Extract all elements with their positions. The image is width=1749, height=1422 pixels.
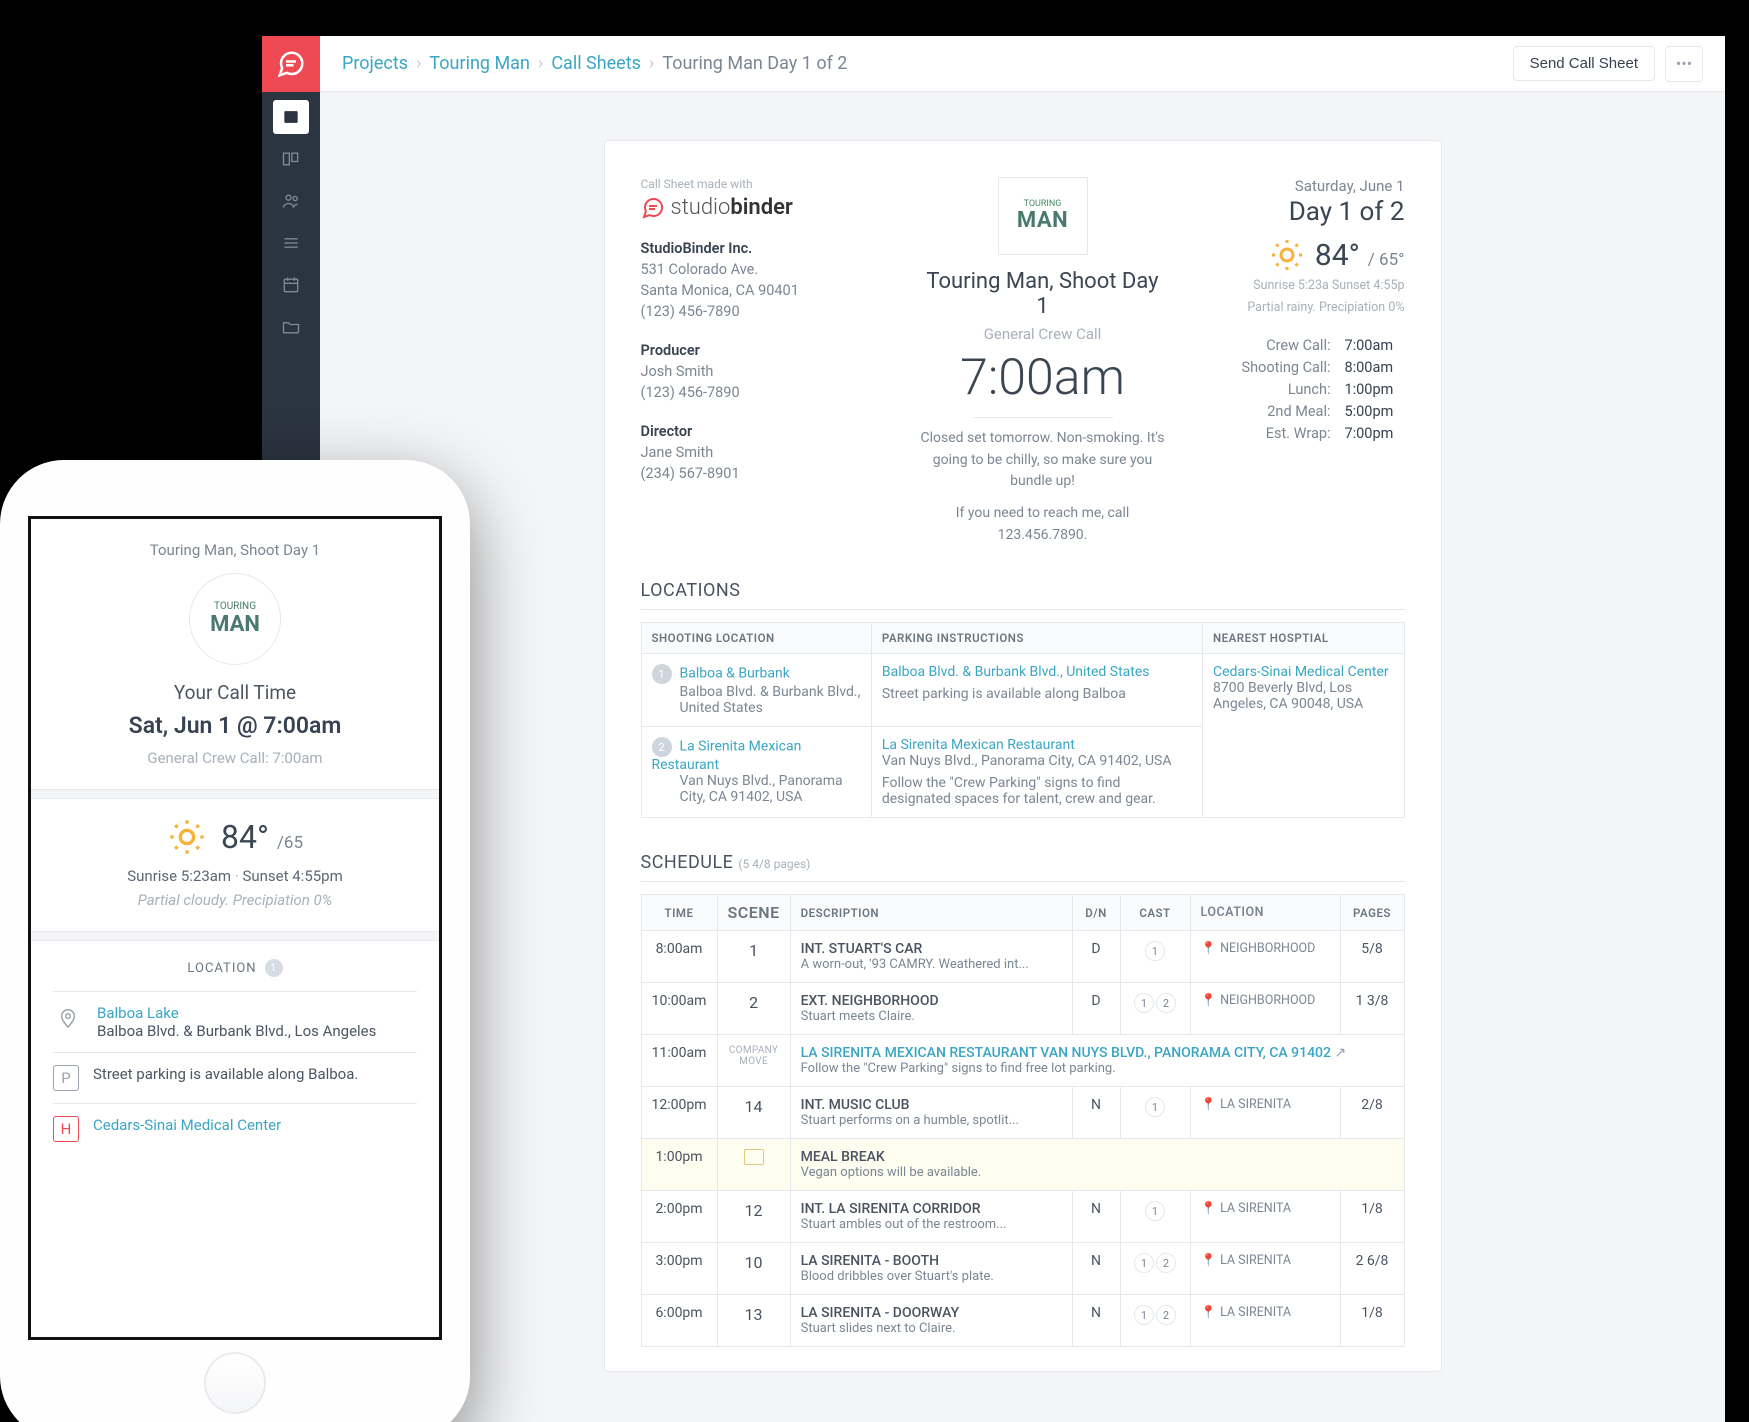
schedule-title: SCHEDULE (5 4/8 pages)	[641, 852, 1405, 882]
day-of-label: Day 1 of 2	[1185, 197, 1405, 227]
weather-note: Partial rainy. Precipiation 0%	[1185, 299, 1405, 317]
location-row: 2La Sirenita Mexican RestaurantVan Nuys …	[641, 727, 871, 818]
schedule-row[interactable]: 6:00pm 13 LA SIRENITA - DOORWAYStuart sl…	[641, 1295, 1404, 1347]
schedule-table: TIME SCENE DESCRIPTION D/N CAST LOCATION…	[641, 894, 1405, 1347]
phone-poster: TOURING MAN	[189, 573, 281, 665]
schedule-row[interactable]: 12:00pm 14 INT. MUSIC CLUBStuart perform…	[641, 1087, 1404, 1139]
made-with-label: Call Sheet made with	[641, 177, 901, 191]
nav-folder-icon[interactable]	[273, 310, 309, 344]
locations-table: SHOOTING LOCATION PARKING INSTRUCTIONS N…	[641, 622, 1405, 818]
nav-board-icon[interactable]	[273, 142, 309, 176]
ellipsis-icon: •••	[1676, 54, 1692, 73]
location-row: 1Balboa & BurbankBalboa Blvd. & Burbank …	[641, 654, 871, 727]
chevron-right-icon: ›	[416, 53, 421, 74]
director-label: Director	[641, 421, 901, 442]
shoot-day-title: Touring Man, Shoot Day 1	[921, 269, 1165, 319]
more-menu-button[interactable]: •••	[1665, 46, 1703, 82]
chat-icon	[641, 196, 665, 220]
temp-low: / 65°	[1368, 250, 1405, 270]
pin-icon: 📍	[1201, 1097, 1217, 1112]
sheet-note-1: Closed set tomorrow. Non-smoking. It's g…	[921, 428, 1165, 493]
send-call-sheet-button[interactable]: Send Call Sheet	[1513, 46, 1655, 81]
your-call-time-value: Sat, Jun 1 @ 7:00am	[53, 712, 417, 739]
breadcrumb-current: Touring Man Day 1 of 2	[662, 53, 847, 74]
sheet-note-2: If you need to reach me, call 123.456.78…	[921, 503, 1165, 546]
sunrise-sunset: Sunrise 5:23a Sunset 4:55p	[1185, 277, 1405, 295]
producer-label: Producer	[641, 340, 901, 361]
sun-icon	[1269, 237, 1305, 273]
chevron-right-icon: ›	[649, 53, 654, 74]
times-list: Crew Call:7:00amShooting Call:8:00amLunc…	[1185, 337, 1405, 442]
phone-mock: Touring Man, Shoot Day 1 TOURING MAN You…	[0, 460, 470, 1422]
meal-icon	[744, 1149, 764, 1165]
schedule-row[interactable]: 8:00am 1 INT. STUART'S CARA worn-out, '9…	[641, 931, 1404, 983]
phone-weather-note: Partial cloudy. Precipiation 0%	[53, 891, 417, 931]
breadcrumb-projects[interactable]: Projects	[342, 53, 408, 74]
crew-call-time: 7:00am	[921, 349, 1165, 407]
phone-hospital-row[interactable]: H Cedars-Sinai Medical Center	[53, 1103, 417, 1154]
pin-icon: 📍	[1201, 993, 1217, 1008]
pin-icon: 📍	[1201, 941, 1217, 956]
title-column: TOURINGMAN Touring Man, Shoot Day 1 Gene…	[921, 177, 1165, 546]
phone-location-title: LOCATION 1	[53, 941, 417, 991]
pin-icon: 📍	[1201, 1253, 1217, 1268]
pin-icon: 📍	[1201, 1305, 1217, 1320]
app-window: Projects › Touring Man › Call Sheets › T…	[262, 36, 1725, 1422]
company-name: StudioBinder Inc.	[641, 238, 901, 259]
breadcrumb-project[interactable]: Touring Man	[429, 53, 530, 74]
nav-project-icon[interactable]	[273, 100, 309, 134]
pin-icon: 📍	[1201, 1201, 1217, 1216]
phone-home-button[interactable]	[204, 1352, 266, 1414]
schedule-row[interactable]: 1:00pm MEAL BREAKVegan options will be a…	[641, 1139, 1404, 1191]
phone-parking-row[interactable]: P Street parking is available along Balb…	[53, 1052, 417, 1103]
date-label: Saturday, June 1	[1185, 177, 1405, 195]
day-column: Saturday, June 1 Day 1 of 2 84° / 65° Sun…	[1185, 177, 1405, 546]
phone-screen: Touring Man, Shoot Day 1 TOURING MAN You…	[28, 516, 442, 1340]
hospital-cell: Cedars-Sinai Medical Center8700 Beverly …	[1203, 654, 1405, 818]
phone-title: Touring Man, Shoot Day 1	[53, 541, 417, 559]
call-sheet: Call Sheet made with studiobinder Studio…	[604, 140, 1442, 1372]
schedule-row[interactable]: 2:00pm 12 INT. LA SIRENITA CORRIDORStuar…	[641, 1191, 1404, 1243]
parking-icon: P	[53, 1065, 79, 1091]
schedule-row[interactable]: 3:00pm 10 LA SIRENITA - BOOTHBlood dribb…	[641, 1243, 1404, 1295]
company-column: Call Sheet made with studiobinder Studio…	[641, 177, 901, 546]
crew-call-label: General Crew Call	[921, 325, 1165, 343]
chevron-right-icon: ›	[538, 53, 543, 74]
studiobinder-logo: studiobinder	[641, 195, 901, 220]
nav-calendar-icon[interactable]	[273, 268, 309, 302]
app-logo[interactable]	[262, 36, 320, 92]
breadcrumb: Projects › Touring Man › Call Sheets › T…	[342, 53, 847, 74]
schedule-row[interactable]: 10:00am 2 EXT. NEIGHBORHOODStuart meets …	[641, 983, 1404, 1035]
page-body: Call Sheet made with studiobinder Studio…	[320, 92, 1725, 1422]
locations-title: LOCATIONS	[641, 580, 1405, 610]
breadcrumb-section[interactable]: Call Sheets	[551, 53, 641, 74]
project-poster: TOURINGMAN	[998, 177, 1088, 255]
phone-location-row[interactable]: Balboa Lake Balboa Blvd. & Burbank Blvd.…	[53, 991, 417, 1052]
nav-list-icon[interactable]	[273, 226, 309, 260]
schedule-row[interactable]: 11:00am COMPANY MOVE LA SIRENITA MEXICAN…	[641, 1035, 1404, 1087]
your-call-time-label: Your Call Time	[53, 681, 417, 704]
topbar: Projects › Touring Man › Call Sheets › T…	[320, 36, 1725, 92]
temp-high: 84°	[1315, 238, 1360, 273]
sun-icon	[167, 817, 207, 857]
pin-icon	[53, 1004, 83, 1032]
hospital-icon: H	[53, 1116, 79, 1142]
phone-general-crew-call: General Crew Call: 7:00am	[53, 749, 417, 789]
nav-people-icon[interactable]	[273, 184, 309, 218]
